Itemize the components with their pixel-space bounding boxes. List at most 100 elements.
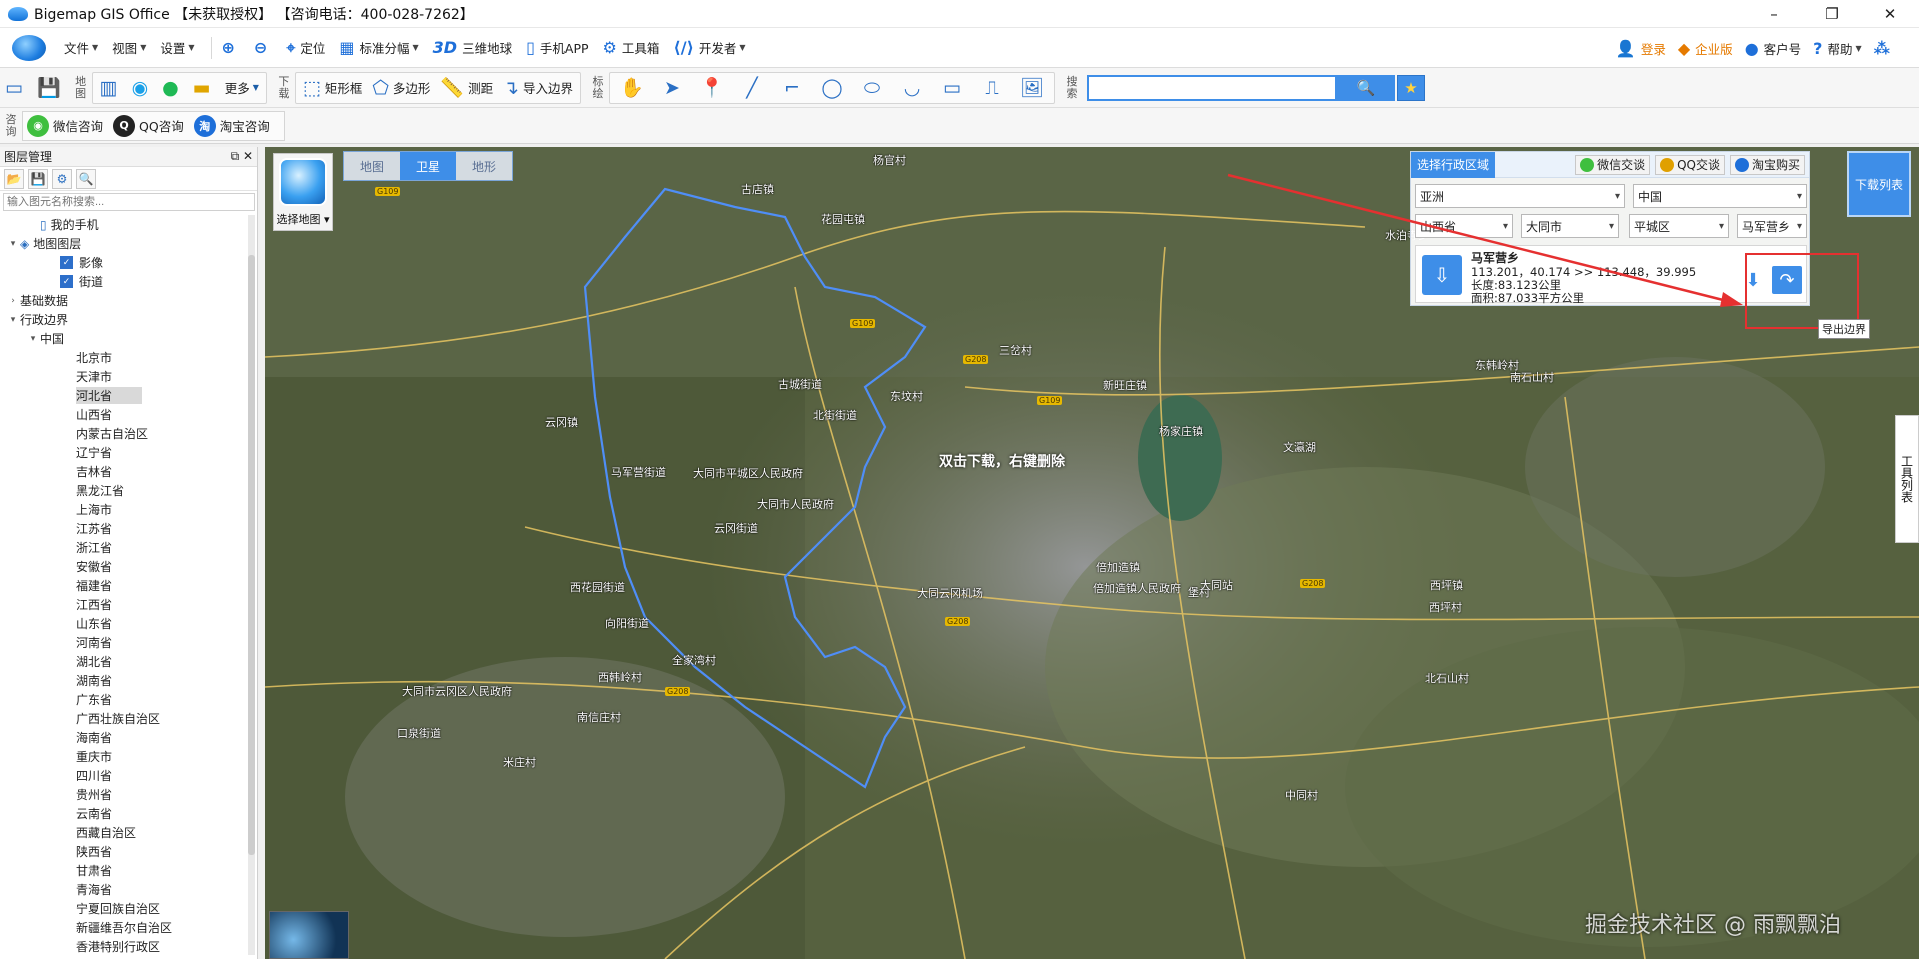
overview-thumbnail[interactable] — [269, 911, 349, 959]
layer-tree-item[interactable]: › 基础数据 — [0, 291, 248, 310]
marker-icon[interactable]: 📍 — [692, 73, 732, 103]
layer-tree-item[interactable]: 内蒙古自治区 — [0, 424, 248, 443]
layer-tree-item[interactable]: 黑龙江省 — [0, 481, 248, 500]
curve-icon[interactable]: ◡ — [892, 73, 932, 103]
circle-icon[interactable]: ◯ — [812, 73, 852, 103]
expand-toggle-icon[interactable]: ▾ — [6, 239, 20, 249]
map-source-4[interactable]: ▬ — [188, 73, 220, 103]
layer-tree-item[interactable]: 青海省 — [0, 880, 248, 899]
layer-tree-item[interactable]: 北京市 — [0, 348, 248, 367]
layer-tree-item[interactable]: 贵州省 — [0, 785, 248, 804]
layer-tree-item[interactable]: 香港特别行政区 — [0, 937, 248, 956]
standard-grid-button[interactable]: ▦ 标准分幅 ▼ — [339, 38, 418, 57]
pointer-icon[interactable]: ➤ — [652, 73, 692, 103]
rect-frame-button[interactable]: ⬚ 矩形框 — [298, 73, 367, 103]
layer-tree-item[interactable]: 吉林省 — [0, 462, 248, 481]
save-layer-icon[interactable]: 💾 — [28, 168, 48, 189]
layer-tree-item[interactable]: 山西省 — [0, 405, 248, 424]
toolbox-button[interactable]: ⚙ 工具箱 — [603, 38, 660, 57]
open-folder-icon[interactable]: 📂 — [4, 168, 24, 189]
map-view[interactable]: 杨官村 古店镇 花园屯镇 云冈镇 古城街道 北街街道 东坟村 三岔村 马军营街道 大同市平城区人民… — [265, 147, 1919, 959]
qq-chat-button[interactable]: QQ交谈 — [1655, 154, 1725, 175]
menu-view[interactable]: 视图 ▼ — [112, 38, 146, 57]
layer-tree-item[interactable]: 广东省 — [0, 690, 248, 709]
tab-map[interactable]: 地图 — [344, 152, 400, 180]
minimize-button[interactable]: – — [1745, 0, 1803, 28]
polyline-icon[interactable]: ⌐ — [772, 73, 812, 103]
measure-button[interactable]: 📏 测距 — [435, 73, 498, 103]
choose-map-button[interactable]: 选择地图 ▾ — [273, 153, 333, 231]
search-layer-icon[interactable]: 🔍 — [76, 168, 96, 189]
layer-tree-item[interactable]: ▾ 中国 — [0, 329, 248, 348]
favorite-button[interactable]: ★ — [1397, 74, 1426, 101]
share-network-button[interactable]: ⁂ — [1874, 39, 1895, 58]
country-select[interactable]: 中国 — [1633, 184, 1807, 208]
expand-toggle-icon[interactable]: ▾ — [26, 334, 40, 344]
city-select[interactable]: 大同市 — [1521, 214, 1619, 238]
layer-tree-item[interactable]: 湖南省 — [0, 671, 248, 690]
layer-tree-item[interactable]: 安徽省 — [0, 557, 248, 576]
panel-pin-close-icons[interactable]: ⧉ ✕ — [231, 149, 253, 164]
wechat-consult-button[interactable]: ◉ 微信咨询 — [27, 114, 103, 137]
import-boundary-button[interactable]: ↴ 导入边界 — [498, 73, 578, 103]
picture-icon[interactable]: 🖼 — [1012, 73, 1052, 103]
layer-tree-item[interactable]: 辽宁省 — [0, 443, 248, 462]
mobile-app-button[interactable]: ▯ 手机APP — [526, 38, 588, 57]
layer-tree-item[interactable]: 上海市 — [0, 500, 248, 519]
expand-toggle-icon[interactable]: › — [6, 296, 20, 306]
layer-tree-item[interactable]: 新疆维吾尔自治区 — [0, 918, 248, 937]
layer-tree-item[interactable]: 甘肃省 — [0, 861, 248, 880]
customer-no-button[interactable]: ● 客户号 — [1745, 39, 1801, 58]
layer-checkbox[interactable]: ✓ — [60, 256, 73, 269]
locate-button[interactable]: ⌖ 定位 — [286, 38, 325, 58]
layer-tree-item[interactable]: 云南省 — [0, 804, 248, 823]
layer-tree-item[interactable]: ▯ 我的手机 — [0, 215, 248, 234]
layer-tree-item[interactable]: 福建省 — [0, 576, 248, 595]
help-button[interactable]: ? 帮助 ▼ — [1813, 39, 1861, 58]
layer-scrollbar[interactable] — [248, 215, 255, 955]
layer-tree-item[interactable]: 广西壮族自治区 — [0, 709, 248, 728]
layer-tree-item[interactable]: 江西省 — [0, 595, 248, 614]
district-select[interactable]: 平城区 — [1629, 214, 1729, 238]
layer-tree-item[interactable]: 山东省 — [0, 614, 248, 633]
maximize-button[interactable]: ❐ — [1803, 0, 1861, 28]
map-source-3[interactable]: ● — [157, 73, 188, 103]
close-button[interactable]: ✕ — [1861, 0, 1919, 28]
login-button[interactable]: 👤 登录 — [1616, 39, 1666, 58]
enterprise-button[interactable]: ◆ 企业版 — [1678, 39, 1733, 58]
province-select[interactable]: 山西省 — [1415, 214, 1513, 238]
map-source-1[interactable]: ▥ — [95, 73, 127, 103]
layer-tree-item[interactable]: 陕西省 — [0, 842, 248, 861]
menu-file[interactable]: 文件 ▼ — [64, 38, 98, 57]
measure-tool-icon[interactable]: ⎍ — [972, 73, 1012, 103]
menu-settings[interactable]: 设置 ▼ — [160, 38, 194, 57]
taobao-buy-button[interactable]: 淘宝购买 — [1729, 154, 1805, 175]
more-button[interactable]: 更多 ▼ — [220, 73, 264, 103]
layer-tree-item[interactable]: 江苏省 — [0, 519, 248, 538]
layer-tree-item[interactable]: 西藏自治区 — [0, 823, 248, 842]
polygon-button[interactable]: ⬠ 多边形 — [367, 73, 435, 103]
tool-list-tab[interactable]: 工具列表 — [1895, 415, 1919, 543]
layer-tree-item[interactable]: 天津市 — [0, 367, 248, 386]
map-source-2[interactable]: ◉ — [127, 73, 158, 103]
layer-tree-item[interactable]: 河北省 — [0, 386, 248, 405]
zoom-out-button[interactable]: ⊖ — [254, 38, 272, 57]
zoom-in-button[interactable]: ⊕ — [222, 38, 240, 57]
search-input[interactable] — [1087, 74, 1338, 101]
layer-tree-item[interactable]: 重庆市 — [0, 747, 248, 766]
tab-satellite[interactable]: 卫星 — [400, 152, 456, 180]
save-button[interactable]: 💾 — [32, 73, 70, 103]
settings-icon[interactable]: ⚙ — [52, 168, 72, 189]
rectangle-icon[interactable]: ▭ — [932, 73, 972, 103]
layer-tree-item[interactable]: 河南省 — [0, 633, 248, 652]
search-button[interactable]: 🔍 — [1337, 74, 1396, 101]
ellipse-icon[interactable]: ⬭ — [852, 73, 892, 103]
globe-3d-button[interactable]: 3D 三维地球 — [433, 38, 512, 57]
layer-tree-item[interactable]: 海南省 — [0, 728, 248, 747]
layer-tree-item[interactable]: 湖北省 — [0, 652, 248, 671]
layer-tree-item[interactable]: 四川省 — [0, 766, 248, 785]
qq-consult-button[interactable]: Q QQ咨询 — [113, 114, 184, 137]
developer-button[interactable]: ⟨/⟩ 开发者 ▼ — [673, 38, 745, 57]
line-icon[interactable]: ╱ — [732, 73, 772, 103]
taobao-consult-button[interactable]: 淘淘宝咨询 — [193, 114, 270, 137]
